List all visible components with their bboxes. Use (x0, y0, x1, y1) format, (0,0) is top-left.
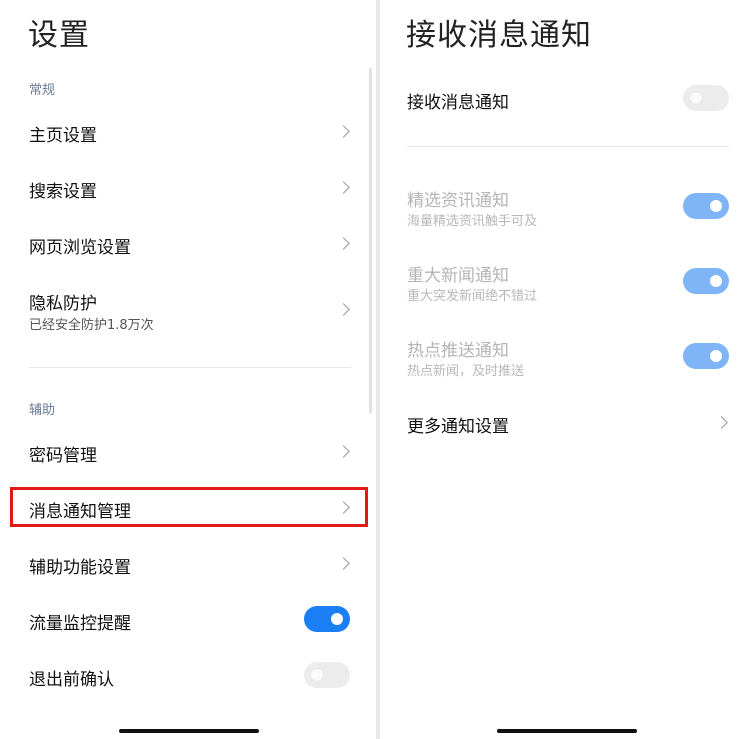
hot-push-toggle[interactable] (683, 343, 729, 369)
notifications-screen: 接收消息通知 接收消息通知 精选资讯通知 海量精选资讯触手可及 重大新闻通知 重… (380, 0, 750, 739)
hot-push-row: 热点推送通知 热点新闻，及时推送 (380, 330, 750, 386)
row-subtitle: 热点新闻，及时推送 (407, 364, 525, 379)
row-label: 密码管理 (29, 446, 97, 466)
row-subtitle: 已经安全防护1.8万次 (29, 318, 154, 333)
home-indicator[interactable] (119, 729, 259, 733)
toggle-knob (710, 350, 722, 362)
exit-confirm-toggle[interactable] (304, 662, 350, 688)
page-title: 接收消息通知 (406, 18, 592, 53)
chevron-right-icon (337, 181, 350, 194)
settings-screen: 设置 常规 主页设置 搜索设置 网页浏览设置 隐私防护 已经安全防护1.8万次 … (0, 0, 376, 739)
master-notification-toggle[interactable] (683, 85, 729, 111)
row-label: 接收消息通知 (407, 93, 509, 113)
row-label: 搜索设置 (29, 182, 97, 202)
toggle-knob (331, 613, 343, 625)
toggle-knob (710, 275, 722, 287)
row-label: 退出前确认 (29, 670, 114, 690)
password-management-row[interactable]: 密码管理 (0, 423, 376, 479)
breaking-news-row: 重大新闻通知 重大突发新闻绝不错过 (380, 255, 750, 311)
scrollbar[interactable] (369, 68, 372, 413)
chevron-right-icon (337, 125, 350, 138)
more-notification-settings-row[interactable]: 更多通知设置 (380, 396, 750, 448)
data-usage-alert-row: 流量监控提醒 (0, 591, 376, 647)
row-label: 热点推送通知 (407, 341, 509, 361)
row-label: 主页设置 (29, 126, 97, 146)
featured-news-toggle[interactable] (683, 193, 729, 219)
row-label: 辅助功能设置 (29, 558, 131, 578)
row-subtitle: 重大突发新闻绝不错过 (407, 289, 538, 304)
section-label-general: 常规 (29, 83, 56, 98)
home-indicator[interactable] (497, 729, 637, 733)
accessibility-settings-row[interactable]: 辅助功能设置 (0, 535, 376, 591)
toggle-knob (690, 92, 702, 104)
search-settings-row[interactable]: 搜索设置 (0, 159, 376, 215)
highlight-box (10, 487, 368, 527)
row-label: 网页浏览设置 (29, 238, 131, 258)
exit-confirm-row: 退出前确认 (0, 647, 376, 703)
toggle-knob (710, 200, 722, 212)
privacy-protection-row[interactable]: 隐私防护 已经安全防护1.8万次 (0, 280, 376, 340)
row-label: 隐私防护 (29, 294, 97, 314)
master-notification-row: 接收消息通知 (380, 72, 750, 124)
row-label: 精选资讯通知 (407, 191, 509, 211)
page-title: 设置 (28, 18, 90, 53)
chevron-right-icon (715, 416, 728, 429)
home-settings-row[interactable]: 主页设置 (0, 103, 376, 159)
row-label: 重大新闻通知 (407, 266, 509, 286)
chevron-right-icon (337, 237, 350, 250)
browsing-settings-row[interactable]: 网页浏览设置 (0, 215, 376, 271)
row-label: 流量监控提醒 (29, 614, 131, 634)
featured-news-row: 精选资讯通知 海量精选资讯触手可及 (380, 180, 750, 236)
data-usage-alert-toggle[interactable] (304, 606, 350, 632)
row-label: 更多通知设置 (407, 417, 509, 437)
chevron-right-icon (337, 303, 350, 316)
toggle-knob (311, 669, 323, 681)
chevron-right-icon (337, 557, 350, 570)
chevron-right-icon (337, 445, 350, 458)
section-divider (29, 367, 351, 368)
row-subtitle: 海量精选资讯触手可及 (407, 214, 538, 229)
section-divider (407, 146, 729, 147)
breaking-news-toggle[interactable] (683, 268, 729, 294)
section-label-assist: 辅助 (29, 403, 56, 418)
